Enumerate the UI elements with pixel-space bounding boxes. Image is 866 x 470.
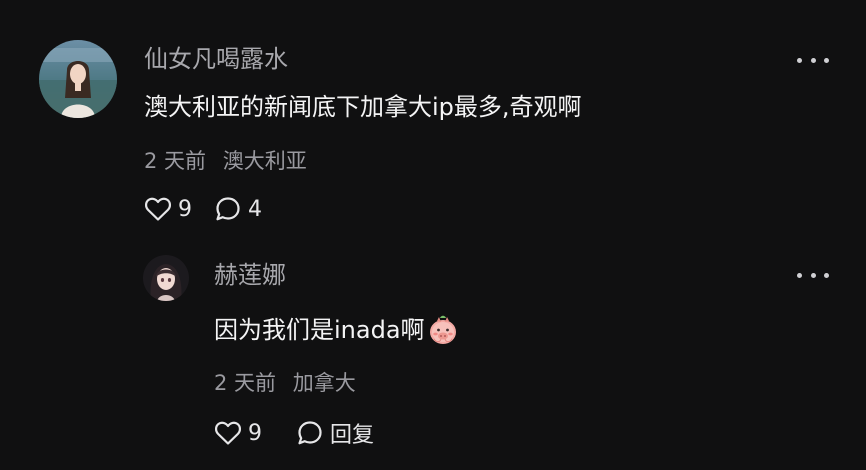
comment-actions: 9 4: [144, 195, 829, 223]
dot-icon: [824, 57, 829, 63]
reply-comment: 赫莲娜 因为我们是inada啊 2 天前 加拿大 9 回复: [143, 255, 829, 449]
like-button[interactable]: 9: [214, 420, 262, 446]
username[interactable]: 赫莲娜: [214, 259, 829, 291]
more-options-button[interactable]: [797, 263, 829, 287]
more-options-button[interactable]: [797, 48, 829, 72]
dot-icon: [810, 272, 816, 278]
heart-icon: [214, 421, 242, 445]
comment-body: 仙女凡喝露水 澳大利亚的新闻底下加拿大ip最多,奇观啊 2 天前 澳大利亚 9: [144, 40, 829, 223]
anime-girl-avatar-icon: [143, 255, 189, 301]
reply-label: 回复: [330, 423, 375, 448]
comment: 仙女凡喝露水 澳大利亚的新闻底下加拿大ip最多,奇观啊 2 天前 澳大利亚 9: [39, 40, 829, 223]
comment-actions: 9 回复: [214, 417, 829, 449]
like-count: 9: [248, 420, 262, 446]
dot-icon: [797, 57, 802, 63]
dot-icon: [824, 272, 829, 278]
comment-body: 赫莲娜 因为我们是inada啊 2 天前 加拿大 9 回复: [214, 255, 829, 449]
username[interactable]: 仙女凡喝露水: [144, 43, 829, 75]
dot-icon: [797, 272, 802, 278]
comment-bubble-icon: [216, 197, 240, 221]
reply-count: 4: [248, 196, 262, 222]
dot-icon: [810, 57, 816, 63]
girl-portrait-avatar-icon: [39, 40, 117, 118]
comment-thread: 仙女凡喝露水 澳大利亚的新闻底下加拿大ip最多,奇观啊 2 天前 澳大利亚 9: [0, 0, 866, 470]
comment-meta: 2 天前 澳大利亚: [144, 147, 829, 175]
timestamp: 2 天前: [144, 149, 207, 173]
avatar[interactable]: [143, 255, 189, 301]
reply-button[interactable]: 4: [214, 195, 262, 223]
location: 加拿大: [292, 371, 356, 395]
comment-text: 澳大利亚的新闻底下加拿大ip最多,奇观啊: [144, 93, 582, 121]
heart-icon: [144, 197, 172, 221]
shy-pig-sticker-icon: [428, 315, 458, 345]
avatar[interactable]: [39, 40, 117, 118]
reply-button[interactable]: 回复: [296, 417, 374, 449]
like-button[interactable]: 9: [144, 196, 192, 222]
comment-meta: 2 天前 加拿大: [214, 369, 829, 397]
like-count: 9: [178, 196, 192, 222]
comment-text-content: 因为我们是inada啊: [214, 316, 425, 344]
location: 澳大利亚: [222, 149, 307, 173]
comment-bubble-icon: [298, 421, 322, 445]
comment-text: 因为我们是inada啊: [214, 313, 829, 347]
timestamp: 2 天前: [214, 371, 277, 395]
